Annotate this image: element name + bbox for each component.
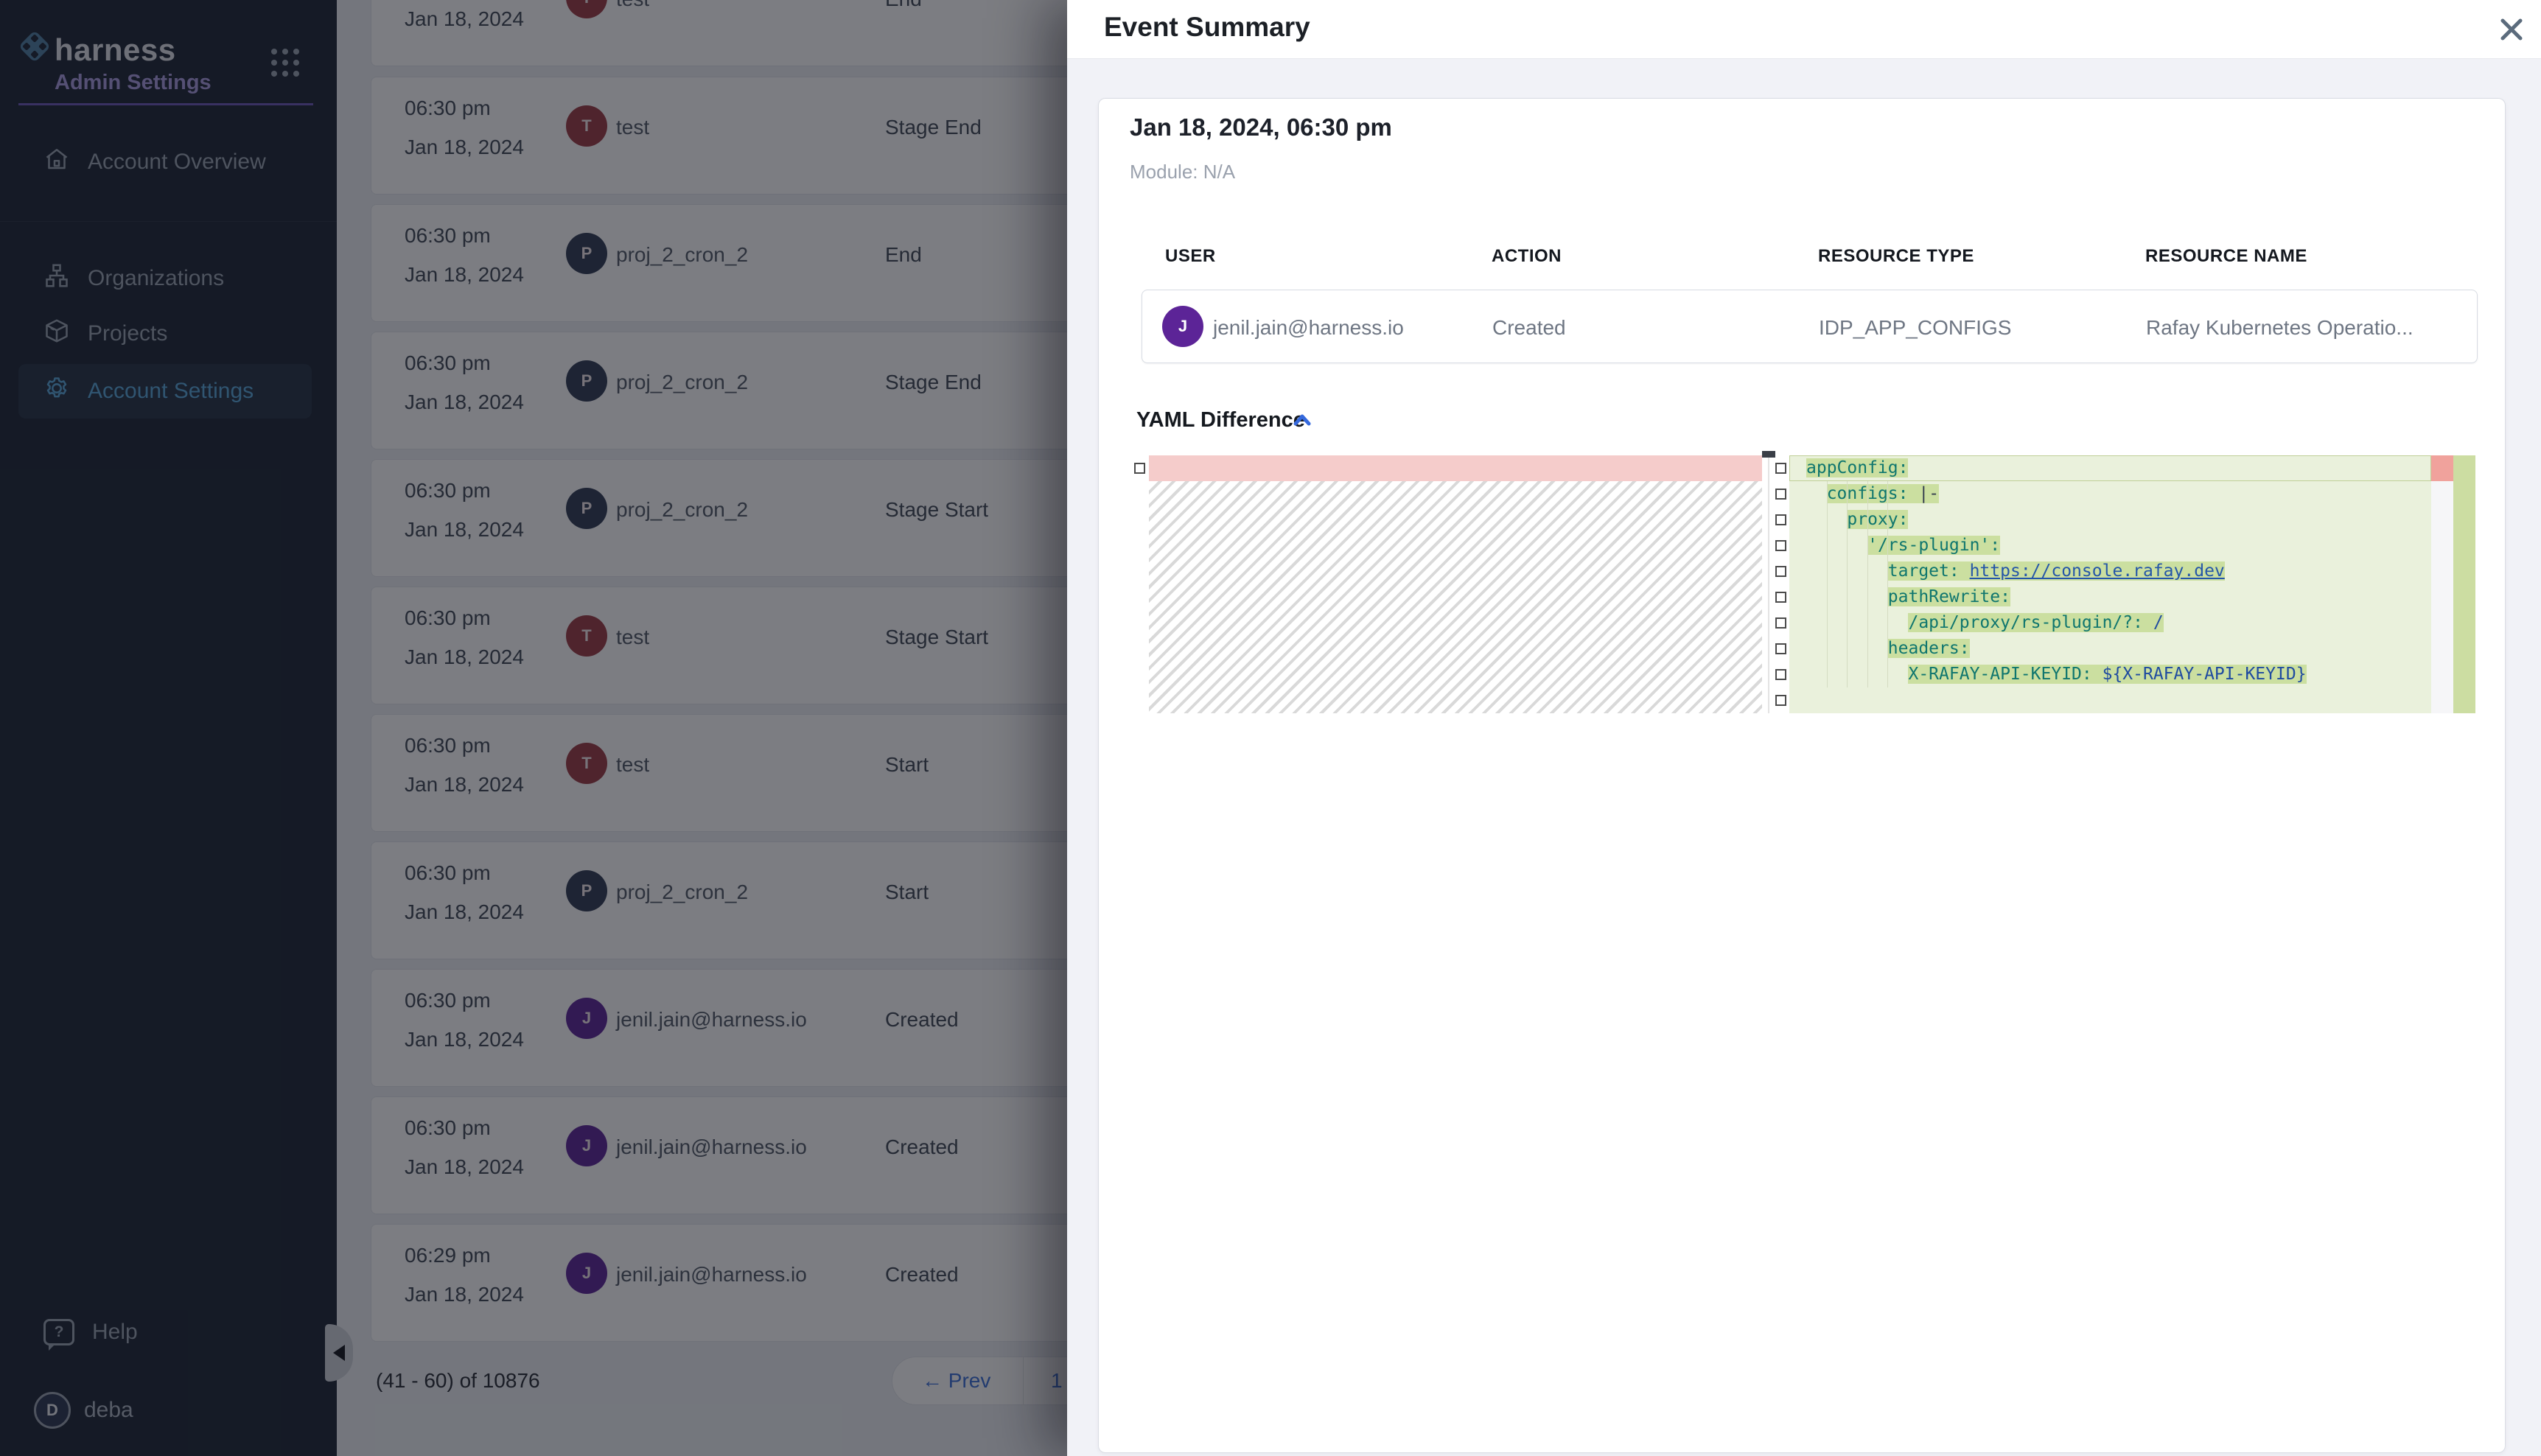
code-line[interactable]: pathRewrite: <box>1789 584 2431 610</box>
fold-marker[interactable] <box>1775 643 1786 654</box>
removed-marker <box>2431 455 2453 481</box>
close-icon <box>2495 13 2528 46</box>
diff-scroll-track[interactable] <box>2431 455 2453 713</box>
code-indent <box>1789 587 1888 606</box>
added-text-chip: target: https://console.rafay.dev <box>1888 561 2225 581</box>
code-line[interactable]: headers: <box>1789 636 2431 662</box>
indent-guide <box>1847 481 1848 687</box>
column-header-resource-name: RESOURCE NAME <box>2145 246 2307 267</box>
action-cell: Created <box>1492 316 1566 340</box>
screen: harness Admin Settings Account OverviewO… <box>0 0 2541 1456</box>
added-lines-ruler <box>2453 455 2475 713</box>
code-line[interactable]: target: https://console.rafay.dev <box>1789 559 2431 584</box>
event-summary-modal: Event Summary Jan 18, 2024, 06:30 pm Mod… <box>1067 0 2541 1456</box>
added-text-chip: proxy: <box>1847 510 1908 529</box>
code-indent <box>1789 639 1888 658</box>
added-text-chip: configs: |- <box>1827 484 1939 503</box>
event-datetime: Jan 18, 2024, 06:30 pm <box>1130 113 1392 141</box>
removed-line <box>1149 455 1762 481</box>
yaml-difference-label: YAML Difference <box>1136 408 1305 433</box>
added-text-chip: appConfig: <box>1806 458 1908 477</box>
page-title: Event Summary <box>1104 12 1310 43</box>
column-header-user: USER <box>1165 246 1216 267</box>
chevron-up-icon[interactable] <box>1292 413 1313 433</box>
code-indent <box>1789 458 1806 477</box>
code-line[interactable] <box>1789 687 2431 713</box>
event-row: J jenil.jain@harness.io Created IDP_APP_… <box>1142 290 2478 363</box>
column-header-action: ACTION <box>1492 246 1562 267</box>
indent-guide <box>1867 481 1868 687</box>
diff-divider <box>1768 455 1769 713</box>
fold-marker[interactable] <box>1775 695 1786 706</box>
fold-marker[interactable] <box>1775 463 1786 474</box>
code-indent <box>1789 510 1847 529</box>
added-text-chip: X-RAFAY-API-KEYID: ${X-RAFAY-API-KEYID} <box>1908 665 2306 684</box>
code-line[interactable]: X-RAFAY-API-KEYID: ${X-RAFAY-API-KEYID} <box>1789 662 2431 687</box>
code-line[interactable]: proxy: <box>1789 507 2431 533</box>
added-text-chip: headers: <box>1888 639 1970 658</box>
fold-marker[interactable] <box>1775 566 1786 577</box>
avatar: J <box>1162 306 1203 347</box>
code-indent <box>1789 690 1806 710</box>
fold-marker[interactable] <box>1775 540 1786 551</box>
modal-header: Event Summary <box>1067 0 2541 59</box>
event-module: Module: N/A <box>1130 161 1235 183</box>
fold-marker[interactable] <box>1775 669 1786 680</box>
code-indent <box>1789 484 1827 503</box>
indent-guide <box>1887 481 1888 687</box>
code-indent <box>1789 561 1888 581</box>
fold-marker[interactable] <box>1775 617 1786 629</box>
diff-sash-handle[interactable] <box>1762 451 1775 458</box>
fold-marker[interactable] <box>1775 592 1786 603</box>
resource-name-cell: Rafay Kubernetes Operatio... <box>2146 316 2414 340</box>
resource-type-cell: IDP_APP_CONFIGS <box>1819 316 2011 340</box>
added-text-chip: pathRewrite: <box>1888 587 2010 606</box>
code-indent <box>1789 665 1908 684</box>
fold-marker[interactable] <box>1775 489 1786 500</box>
code-indent <box>1789 536 1867 555</box>
code-line[interactable]: configs: |- <box>1789 481 2431 507</box>
added-text-chip: /api/proxy/rs-plugin/?: / <box>1908 613 2163 632</box>
empty-region-hatch <box>1149 481 1762 713</box>
yaml-diff-viewer: appConfig: configs: |- proxy: '/rs-plugi… <box>1099 455 2506 713</box>
diff-right-pane[interactable]: appConfig: configs: |- proxy: '/rs-plugi… <box>1789 455 2431 713</box>
column-header-resource-type: RESOURCE TYPE <box>1818 246 1974 267</box>
fold-marker[interactable] <box>1775 514 1786 525</box>
user-email: jenil.jain@harness.io <box>1213 316 1404 340</box>
code-indent <box>1789 613 1908 632</box>
code-line[interactable]: /api/proxy/rs-plugin/?: / <box>1789 610 2431 636</box>
event-card: Jan 18, 2024, 06:30 pm Module: N/A USER … <box>1098 98 2506 1453</box>
code-line[interactable]: appConfig: <box>1789 455 2431 481</box>
code-line[interactable]: '/rs-plugin': <box>1789 533 2431 559</box>
indent-guide <box>1827 481 1828 687</box>
close-button[interactable] <box>2495 13 2528 46</box>
fold-marker[interactable] <box>1134 463 1145 474</box>
